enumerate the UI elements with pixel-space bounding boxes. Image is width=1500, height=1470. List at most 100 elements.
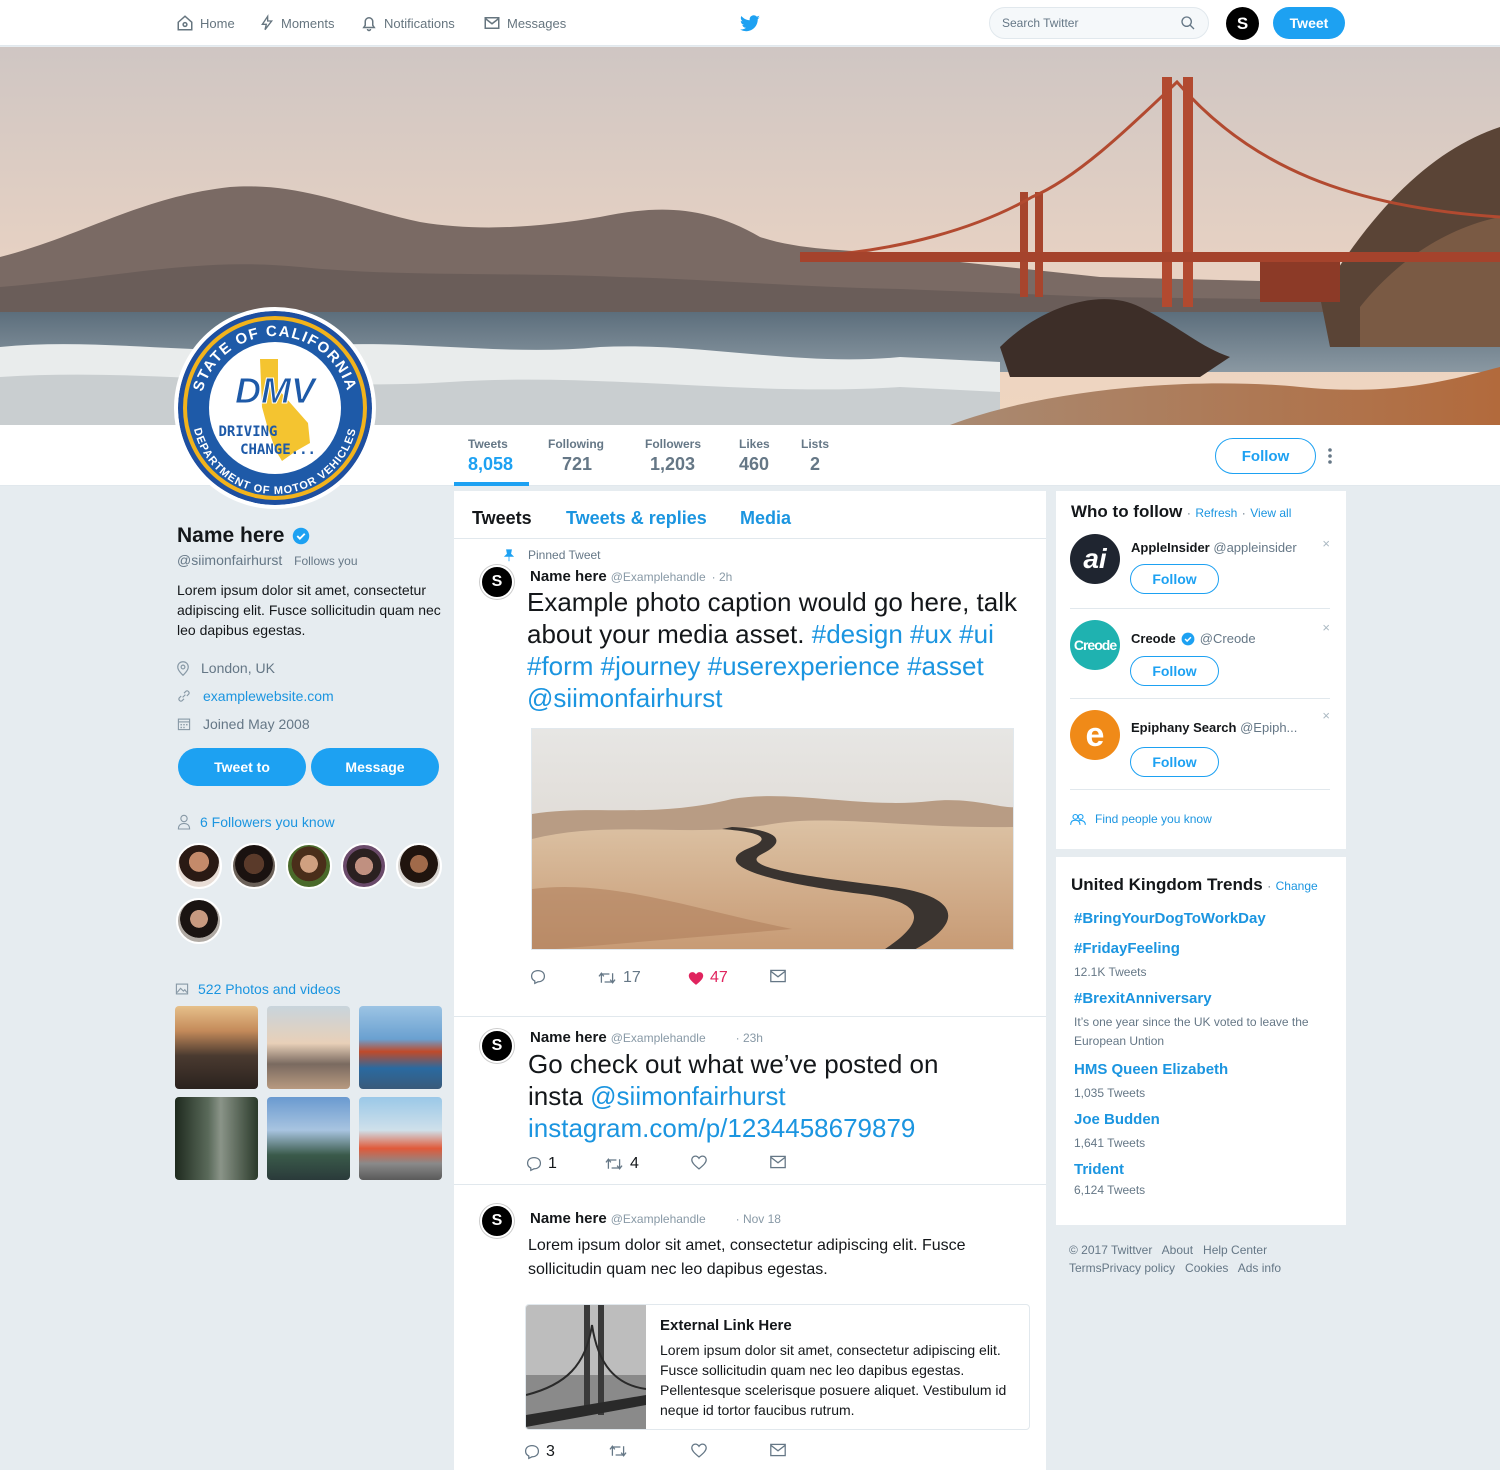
media-thumbnail[interactable]	[267, 1097, 350, 1180]
stat-likes[interactable]: Likes 460	[739, 437, 770, 475]
tweet-author-avatar[interactable]: S	[480, 565, 514, 599]
tweet-item-pinned[interactable]: Pinned Tweet S Name here @Examplehandle · …	[454, 539, 1046, 1017]
media-thumbnail[interactable]	[267, 1006, 350, 1089]
follower-avatar[interactable]	[176, 843, 222, 889]
compose-tweet-button[interactable]: Tweet	[1273, 7, 1345, 39]
dm-action[interactable]	[770, 1155, 786, 1169]
tab-tweets-replies[interactable]: Tweets & replies	[566, 508, 707, 529]
suggestion-item[interactable]: e Epiphany Search @Epiph... Follow ×	[1070, 708, 1330, 790]
profile-website-link[interactable]: examplewebsite.com	[203, 688, 334, 704]
suggestion-name-row[interactable]: Creode @Creode	[1131, 631, 1256, 646]
footer-links-line-1[interactable]: © 2017 Twittver About Help Center	[1069, 1241, 1339, 1259]
like-action[interactable]	[691, 1443, 713, 1458]
suggestion-follow-button[interactable]: Follow	[1130, 656, 1219, 686]
nav-moments[interactable]: Moments	[259, 0, 334, 46]
dm-action[interactable]	[770, 969, 786, 983]
media-thumbnail[interactable]	[359, 1006, 442, 1089]
suggestion-item[interactable]: Creode Creode @Creode Follow ×	[1070, 618, 1330, 699]
follow-button[interactable]: Follow	[1215, 438, 1316, 474]
suggestion-avatar-creode[interactable]: Creode	[1070, 620, 1120, 670]
like-action[interactable]: 47	[688, 969, 728, 987]
account-avatar[interactable]: S	[1226, 7, 1259, 40]
reply-action[interactable]: 3	[524, 1443, 555, 1461]
profile-avatar-dmv-logo[interactable]: STATE OF CALIFORNIA DEPARTMENT OF MOTOR …	[174, 307, 376, 509]
view-all-link[interactable]: View all	[1250, 506, 1291, 520]
follower-avatar[interactable]	[396, 843, 442, 889]
nav-notifications[interactable]: Notifications	[360, 0, 455, 46]
follower-avatar[interactable]	[286, 843, 332, 889]
tweet-author-handle[interactable]: @Examplehandle	[611, 1031, 706, 1045]
footer-links-line-2[interactable]: TermsPrivacy policy Cookies Ads info	[1069, 1259, 1339, 1277]
tweet-timestamp[interactable]: · 2h	[712, 570, 733, 584]
tweet-to-button[interactable]: Tweet to	[178, 748, 306, 786]
refresh-link[interactable]: Refresh	[1195, 506, 1237, 520]
follower-avatar[interactable]	[176, 898, 222, 944]
follower-avatar[interactable]	[341, 843, 387, 889]
twitter-bird-icon[interactable]	[739, 15, 761, 33]
tweet-link[interactable]: @siimonfairhurst instagram.com/p/1234458…	[528, 1081, 915, 1143]
tweet-media-photo[interactable]	[531, 728, 1014, 950]
stat-tweets[interactable]: Tweets 8,058	[468, 437, 513, 475]
link-preview-card[interactable]: External Link Here Lorem ipsum dolor sit…	[525, 1304, 1030, 1430]
media-thumbnail[interactable]	[175, 1006, 258, 1089]
dismiss-suggestion-icon[interactable]: ×	[1322, 708, 1330, 723]
stat-following[interactable]: Following 721	[548, 437, 604, 475]
trend-item[interactable]: Joe Budden 1,641 Tweets	[1074, 1111, 1324, 1153]
nav-home[interactable]: Home	[176, 0, 235, 46]
trend-name[interactable]: #FridayFeeling	[1074, 940, 1324, 957]
trend-name[interactable]: #BringYourDogToWorkDay	[1074, 910, 1324, 927]
reply-action[interactable]	[530, 969, 552, 985]
suggestion-name-row[interactable]: AppleInsider @appleinsider	[1131, 540, 1297, 555]
tweet-author-name[interactable]: Name here	[530, 568, 607, 585]
tweet-author-avatar[interactable]: S	[480, 1204, 514, 1238]
stat-followers[interactable]: Followers 1,203	[645, 437, 701, 475]
suggestion-follow-button[interactable]: Follow	[1130, 747, 1219, 777]
trend-name[interactable]: Trident	[1074, 1161, 1324, 1178]
photos-videos-link[interactable]: 522 Photos and videos	[175, 981, 340, 997]
retweet-action[interactable]	[608, 1443, 634, 1459]
nav-messages[interactable]: Messages	[483, 0, 566, 46]
media-thumbnail[interactable]	[175, 1097, 258, 1180]
suggestion-avatar-appleinsider[interactable]: ai	[1070, 534, 1120, 584]
tweet-author-name[interactable]: Name here	[530, 1029, 607, 1046]
trend-name[interactable]: Joe Budden	[1074, 1111, 1324, 1128]
change-trends-link[interactable]: Change	[1276, 879, 1318, 893]
trend-item[interactable]: #FridayFeeling 12.1K Tweets	[1074, 940, 1324, 982]
followers-you-know-link[interactable]: 6 Followers you know	[177, 814, 335, 830]
search-input[interactable]: Search Twitter	[989, 7, 1209, 39]
trend-item[interactable]: HMS Queen Elizabeth 1,035 Tweets	[1074, 1061, 1324, 1103]
find-people-link[interactable]: Find people you know	[1070, 812, 1212, 826]
dm-action[interactable]	[770, 1443, 786, 1457]
tweet-author-avatar[interactable]: S	[480, 1029, 514, 1063]
suggestion-avatar-epiphany[interactable]: e	[1070, 710, 1120, 760]
media-thumbnail[interactable]	[359, 1097, 442, 1180]
trend-name[interactable]: HMS Queen Elizabeth	[1074, 1061, 1324, 1078]
tab-media[interactable]: Media	[740, 508, 791, 529]
tweet-item[interactable]: S Name here @Examplehandle · Nov 18 Lorem …	[454, 1185, 1046, 1470]
trend-name[interactable]: #BrexitAnniversary	[1074, 990, 1324, 1007]
tweet-author-handle[interactable]: @Examplehandle	[611, 570, 706, 584]
suggestion-name-row[interactable]: Epiphany Search @Epiph...	[1131, 720, 1297, 735]
trend-item[interactable]: #BringYourDogToWorkDay	[1074, 910, 1324, 933]
message-button[interactable]: Message	[311, 748, 439, 786]
retweet-action[interactable]: 17	[597, 969, 641, 987]
trend-item[interactable]: Trident 6,124 Tweets	[1074, 1161, 1324, 1200]
retweet-action[interactable]: 4	[604, 1155, 639, 1173]
suggestion-item[interactable]: ai AppleInsider @appleinsider Follow ×	[1070, 534, 1330, 609]
tweet-item[interactable]: S Name here @Examplehandle · 23h Go check …	[454, 1017, 1046, 1185]
like-action[interactable]	[691, 1155, 713, 1170]
tab-tweets[interactable]: Tweets	[472, 508, 532, 529]
dismiss-suggestion-icon[interactable]: ×	[1322, 620, 1330, 635]
tweet-timestamp[interactable]: · 23h	[736, 1031, 763, 1045]
search-icon[interactable]	[1180, 15, 1196, 31]
more-options-icon[interactable]	[1326, 447, 1334, 465]
reply-action[interactable]: 1	[526, 1155, 557, 1173]
profile-website[interactable]: examplewebsite.com	[177, 682, 447, 710]
follower-avatar[interactable]	[231, 843, 277, 889]
tweet-timestamp[interactable]: · Nov 18	[736, 1212, 781, 1226]
dismiss-suggestion-icon[interactable]: ×	[1322, 536, 1330, 551]
suggestion-follow-button[interactable]: Follow	[1130, 564, 1219, 594]
tweet-author-name[interactable]: Name here	[530, 1210, 607, 1227]
tweet-author-handle[interactable]: @Examplehandle	[611, 1212, 706, 1226]
trend-item[interactable]: #BrexitAnniversary It’s one year since th…	[1074, 990, 1324, 1051]
